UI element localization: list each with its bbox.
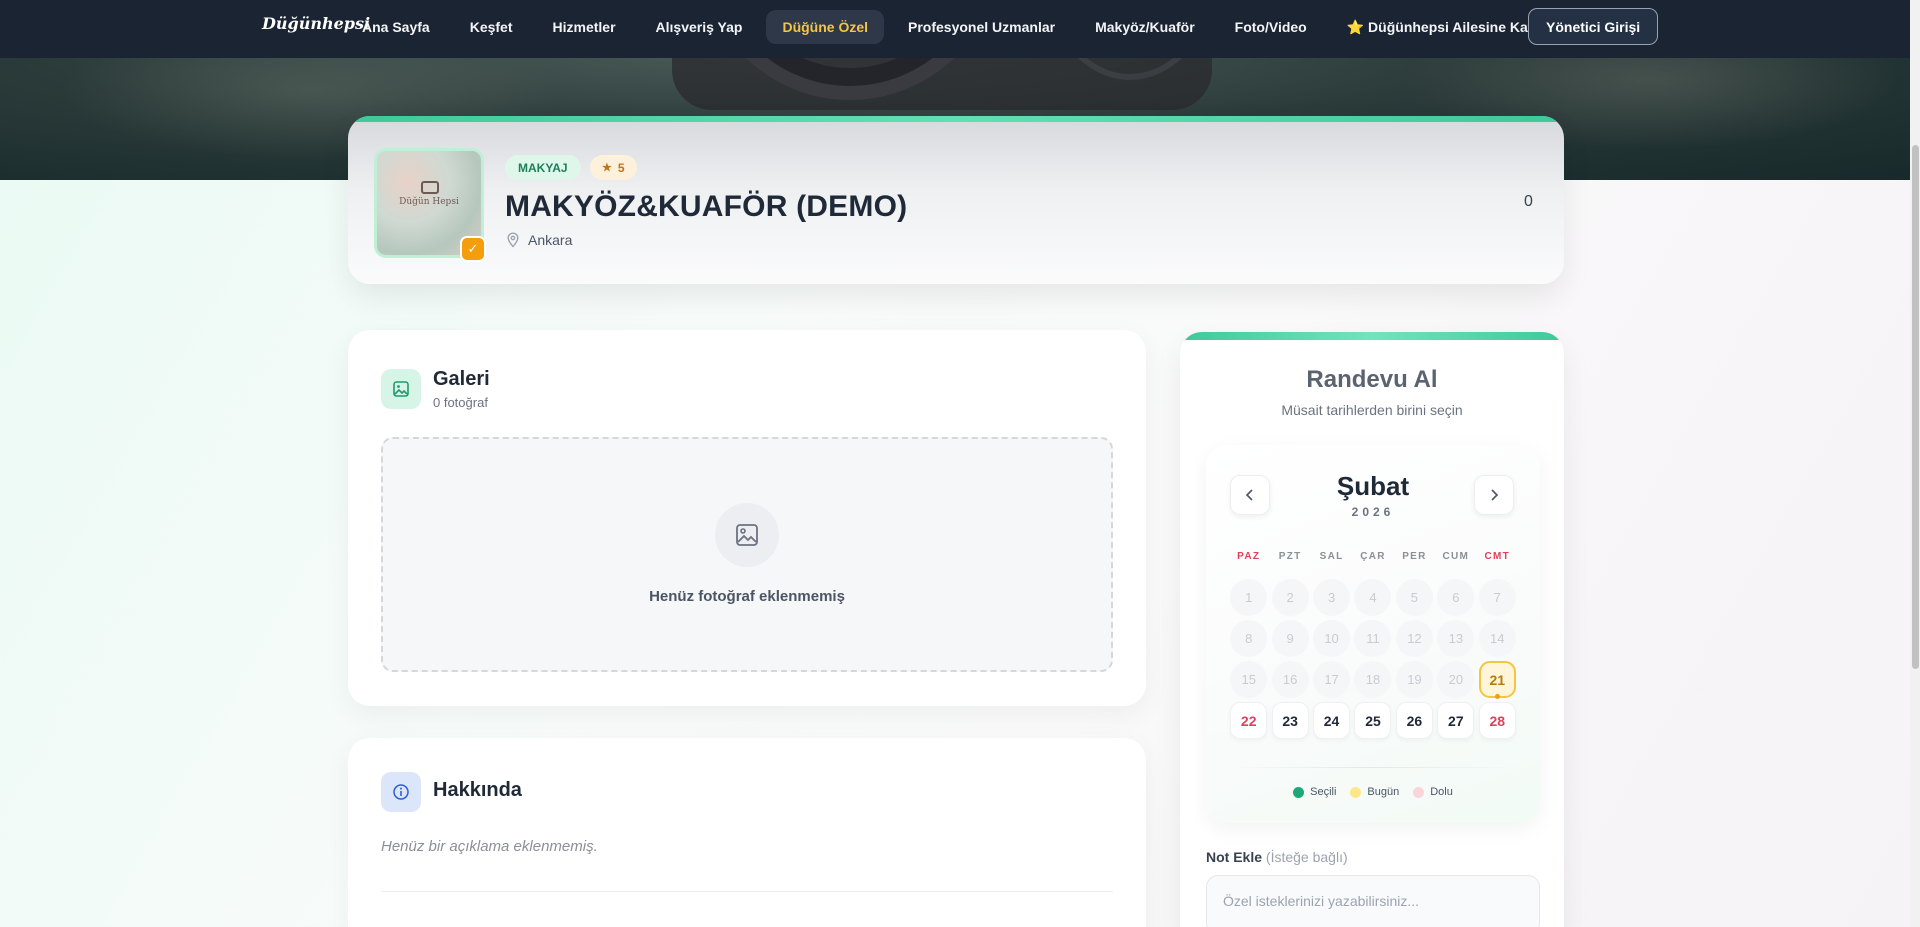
calendar-weekday-label: SAL [1319,551,1344,562]
note-optional-text: (İsteğe bağlı) [1265,849,1348,865]
vendor-location: Ankara [506,232,572,248]
category-badge: MAKYAJ [505,155,581,180]
calendar-day: 9 [1271,620,1309,657]
nav-item[interactable]: Hizmetler [537,10,632,44]
admin-login-button[interactable]: Yönetici Girişi [1528,8,1659,45]
booking-subtitle: Müsait tarihlerden birini seçin [1281,402,1463,418]
legend-item: Bugün [1350,786,1399,798]
note-textarea[interactable] [1206,875,1540,927]
calendar-weekday-label: CUM [1442,551,1470,562]
card-accent-bar [1180,332,1564,340]
verified-badge-icon: ✓ [460,236,486,262]
booking-title: Randevu Al [1306,366,1438,393]
legend-item: Dolu [1413,786,1453,798]
legend-item: Seçili [1293,786,1336,798]
calendar-weekday-header: PAZ PZT SAL ÇAR PER CUM CMT [1228,551,1518,562]
legend-dot-icon [1293,786,1305,798]
calendar-day[interactable]: 23 [1271,702,1309,739]
calendar-day: 7 [1478,579,1516,616]
gallery-empty-text: Henüz fotoğraf eklenmemiş [649,588,845,605]
legend-label: Bugün [1367,786,1400,798]
gallery-image-icon [381,369,421,409]
card-accent-bar [348,116,1564,122]
nav-item[interactable]: Alışveriş Yap [640,10,759,44]
info-icon [381,772,421,812]
about-section: Hakkında Henüz bir açıklama eklenmemiş. [348,738,1146,927]
booking-calendar: Şubat 2026 PAZ PZT SAL ÇAR PER CUM CMT 1234567… [1206,445,1540,823]
page-scrollbar-thumb[interactable] [1912,145,1919,669]
calendar-day: 11 [1354,620,1392,657]
calendar-day: 4 [1354,579,1392,616]
location-text: Ankara [528,232,573,248]
calendar-day: 17 [1313,661,1351,698]
calendar-day: 15 [1230,661,1268,698]
calendar-day: 20 [1437,661,1475,698]
gallery-empty-state: Henüz fotoğraf eklenmemiş [381,437,1113,672]
note-label: Not Ekle (İsteğe bağlı) [1206,849,1348,865]
calendar-day[interactable]: 24 [1313,702,1351,739]
calendar-day[interactable]: 22 [1230,702,1268,739]
calendar-weekday-label: CMT [1484,551,1511,562]
calendar-day[interactable]: 26 [1395,702,1433,739]
chevron-right-icon [1491,489,1499,501]
calendar-weekday-label: PER [1402,551,1427,562]
calendar-day: 14 [1478,620,1516,657]
vendor-stat-count: 0 [1524,193,1533,210]
divider [1228,767,1518,768]
about-description: Henüz bir açıklama eklenmemiş. [381,838,598,855]
calendar-day: 19 [1395,661,1433,698]
calendar-day[interactable]: 28 [1478,702,1516,739]
legend-label: Seçili [1310,786,1337,798]
calendar-day: 16 [1271,661,1309,698]
calendar-day: 6 [1437,579,1475,616]
divider [381,891,1113,892]
legend-dot-icon [1350,786,1362,798]
calendar-day: 5 [1395,579,1433,616]
legend-dot-icon [1413,786,1425,798]
calendar-day: 13 [1437,620,1475,657]
calendar-next-month-button[interactable] [1474,475,1514,515]
calendar-day: 10 [1313,620,1351,657]
note-label-text: Not Ekle [1206,849,1263,865]
camera-icon [421,181,439,194]
nav-item[interactable]: Ana Sayfa [346,10,446,44]
nav-item[interactable]: Makyöz/Kuaför [1079,10,1211,44]
calendar-day[interactable]: 27 [1437,702,1475,739]
calendar-weekday-label: ÇAR [1360,551,1386,562]
calendar-day: 3 [1313,579,1351,616]
calendar-day-today[interactable]: 21 [1478,661,1516,699]
calendar-weekday-label: PZT [1278,551,1302,562]
nav-item[interactable]: Keşfet [454,10,529,44]
calendar-days-grid: 1 2 3 4 5 6 7 8 9 10 11 12 13 14 15 16 17 18 19 20 21 22 23 24 2… [1228,579,1518,739]
calendar-day: 18 [1354,661,1392,698]
gallery-title: Galeri [433,368,490,390]
nav-item[interactable]: Foto/Video [1219,10,1323,44]
calendar-day: 12 [1395,620,1433,657]
location-pin-icon [507,232,519,248]
calendar-day: 2 [1271,579,1309,616]
calendar-weekday-label: PAZ [1237,551,1261,562]
calendar-day: 1 [1230,579,1268,616]
top-navbar: Düğünhepsi Ana Sayfa Keşfet Hizmetler Alışv… [0,0,1920,58]
empty-image-icon [715,503,779,567]
rating-value: 5 [617,160,625,175]
nav-item[interactable]: Profesyonel Uzmanlar [892,10,1071,44]
legend-label: Dolu [1430,786,1453,798]
rating-badge: ★ 5 [590,155,637,180]
calendar-day: 8 [1230,620,1268,657]
avatar-logo-text: Düğün Hepsi [399,197,459,207]
nav-item[interactable]: Düğüne Özel [766,10,885,44]
vendor-name: MAKYÖZ&KUAFÖR (DEMO) [505,190,908,223]
gallery-section: Galeri 0 fotoğraf Henüz fotoğraf eklenme… [348,330,1146,706]
calendar-legend: Seçili Bugün Dolu [1206,786,1540,798]
calendar-day[interactable]: 25 [1354,702,1392,739]
booking-panel: Randevu Al Müsait tarihlerden birini seç… [1180,332,1564,927]
gallery-photo-count: 0 fotoğraf [433,395,488,410]
about-title: Hakkında [433,779,522,801]
nav-menu: Ana Sayfa Keşfet Hizmetler Alışveriş Yap Düğ… [346,9,1577,45]
star-icon: ★ [602,162,612,174]
